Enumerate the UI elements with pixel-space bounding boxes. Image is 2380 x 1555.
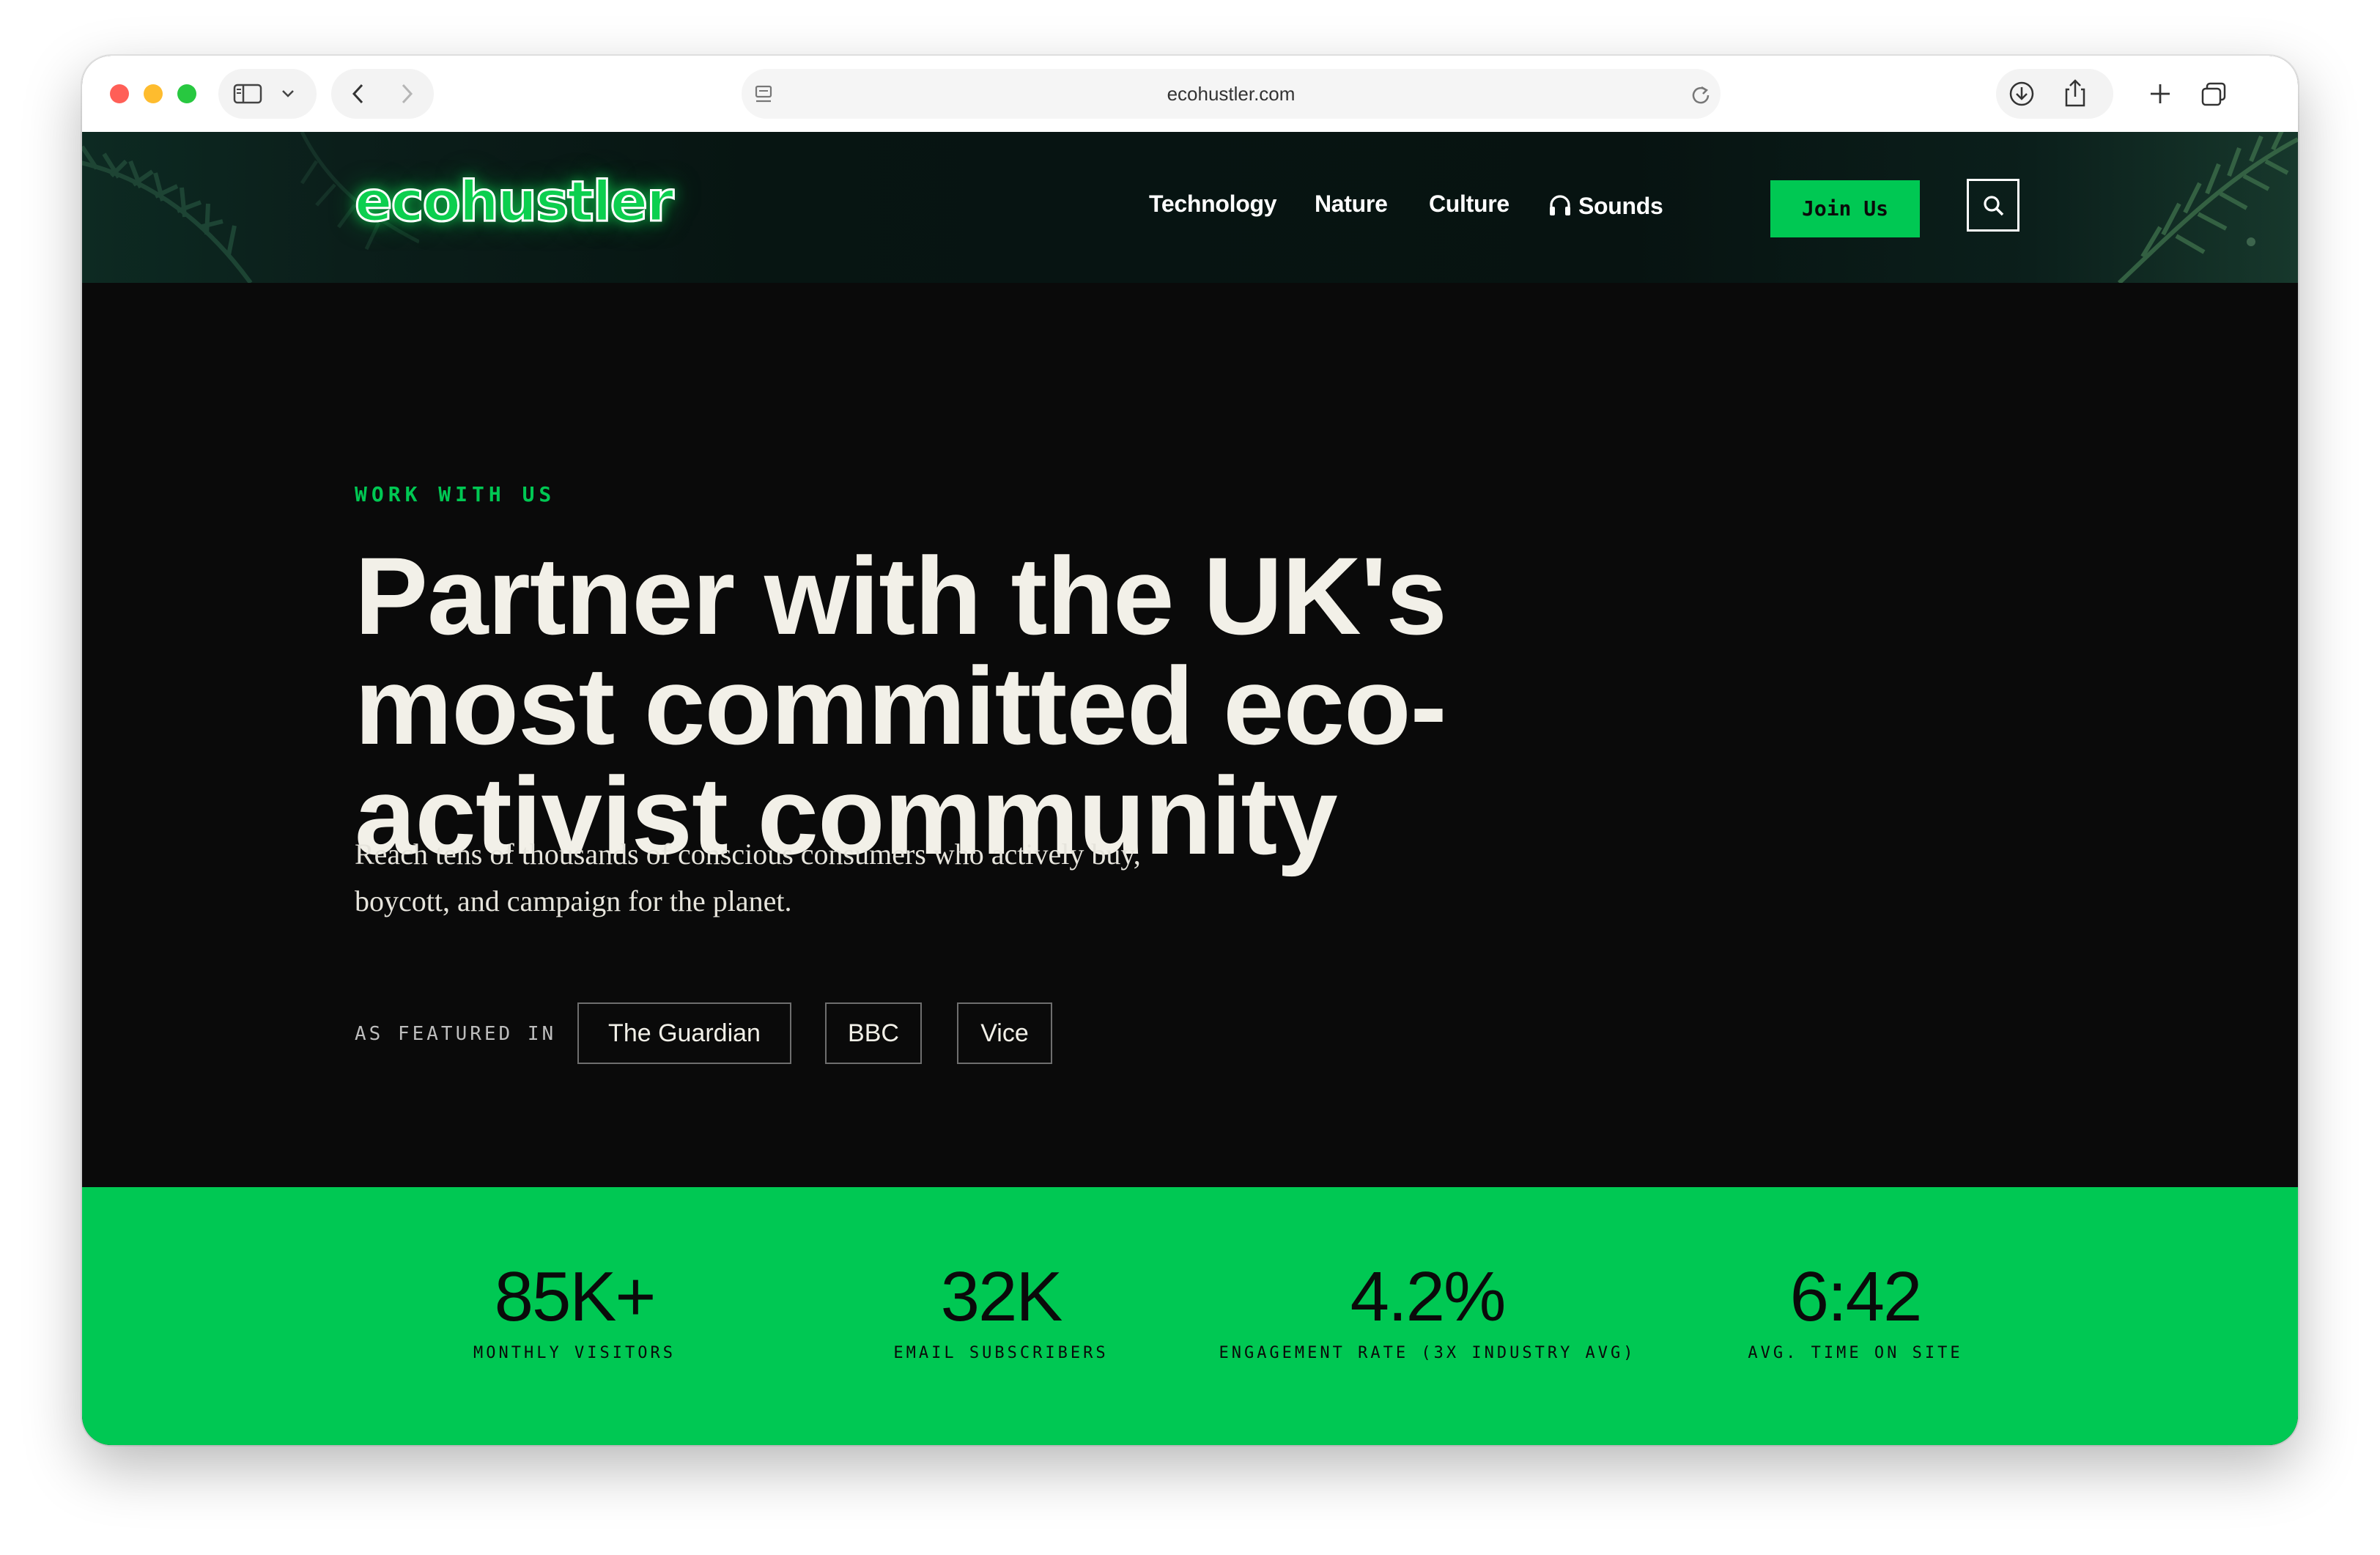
- join-us-button[interactable]: Join Us: [1770, 180, 1920, 237]
- history-nav-group: [331, 69, 434, 119]
- hero-section: WORK WITH US Partner with the UK's most …: [82, 283, 2298, 1187]
- address-bar[interactable]: ecohustler.com: [742, 69, 1721, 119]
- search-button[interactable]: [1967, 179, 2019, 232]
- stat-value: 85K+: [494, 1257, 657, 1336]
- forward-icon[interactable]: [396, 82, 418, 106]
- stat-label: ENGAGEMENT RATE (3X INDUSTRY AVG): [1219, 1344, 1636, 1362]
- stat-monthly-visitors: 85K+ MONTHLY VISITORS: [428, 1257, 721, 1363]
- hero-eyebrow: WORK WITH US: [355, 482, 556, 506]
- subtext-line: Reach tens of thousands of conscious con…: [355, 838, 1141, 871]
- outlet-badge-vice: Vice: [957, 1002, 1052, 1064]
- outlet-badge-bbc: BBC: [825, 1002, 922, 1064]
- stat-avg-time-on-site: 6:42 AVG. TIME ON SITE: [1709, 1257, 2002, 1363]
- nav-technology[interactable]: Technology: [1149, 191, 1277, 218]
- new-tab-icon[interactable]: [2148, 82, 2172, 106]
- featured-in-label: AS FEATURED IN: [355, 1023, 557, 1045]
- minimize-window-button[interactable]: [144, 84, 163, 103]
- leaf-decoration: [2117, 132, 2298, 283]
- download-share-group: [1996, 69, 2113, 119]
- browser-toolbar: ecohustler.com: [82, 56, 2298, 133]
- search-icon: [1984, 196, 2004, 216]
- site-header: ecohustler Technology Nature Culture Sou…: [82, 132, 2298, 283]
- stat-value: 6:42: [1789, 1257, 1923, 1336]
- stat-label: MONTHLY VISITORS: [473, 1344, 676, 1362]
- headline-line: Partner with the UK's: [355, 534, 1447, 657]
- download-icon[interactable]: [2008, 80, 2036, 108]
- headphones-icon: [1550, 195, 1570, 215]
- browser-window: ecohustler.com ecohustler Technology Nat…: [82, 56, 2298, 1445]
- sidebar-toggle-group: [218, 69, 317, 119]
- reload-icon[interactable]: [1690, 84, 1712, 106]
- share-icon[interactable]: [2062, 78, 2088, 108]
- nav-nature[interactable]: Nature: [1315, 191, 1388, 218]
- tabs-overview-icon[interactable]: [2200, 81, 2228, 108]
- stat-email-subscribers: 32K EMAIL SUBSCRIBERS: [854, 1257, 1148, 1363]
- subtext-line: boycott, and campaign for the planet.: [355, 884, 792, 917]
- back-icon[interactable]: [347, 82, 369, 106]
- zoom-window-button[interactable]: [177, 84, 196, 103]
- stat-value: 4.2%: [1350, 1257, 1507, 1336]
- hero-headline: Partner with the UK's most committed eco…: [355, 541, 1498, 871]
- site-logo[interactable]: ecohustler: [354, 168, 676, 235]
- hero-subtext: Reach tens of thousands of conscious con…: [355, 831, 1278, 925]
- stat-label: EMAIL SUBSCRIBERS: [893, 1344, 1109, 1362]
- stat-engagement-rate: 4.2% ENGAGEMENT RATE (3X INDUSTRY AVG): [1208, 1257, 1647, 1363]
- stat-value: 32K: [940, 1257, 1063, 1336]
- stats-band: 85K+ MONTHLY VISITORS 32K EMAIL SUBSCRIB…: [82, 1187, 2298, 1445]
- outlet-badge-guardian: The Guardian: [577, 1002, 791, 1064]
- nav-culture[interactable]: Culture: [1429, 191, 1509, 218]
- sidebar-icon[interactable]: [233, 84, 262, 104]
- chevron-down-icon[interactable]: [280, 86, 296, 101]
- nav-sounds-label: Sounds: [1578, 193, 1663, 219]
- close-window-button[interactable]: [110, 84, 129, 103]
- url-text: ecohustler.com: [1167, 83, 1296, 105]
- nav-sounds[interactable]: Sounds: [1548, 191, 1663, 220]
- stat-label: AVG. TIME ON SITE: [1748, 1344, 1963, 1362]
- headline-line: most committed eco-: [355, 644, 1447, 767]
